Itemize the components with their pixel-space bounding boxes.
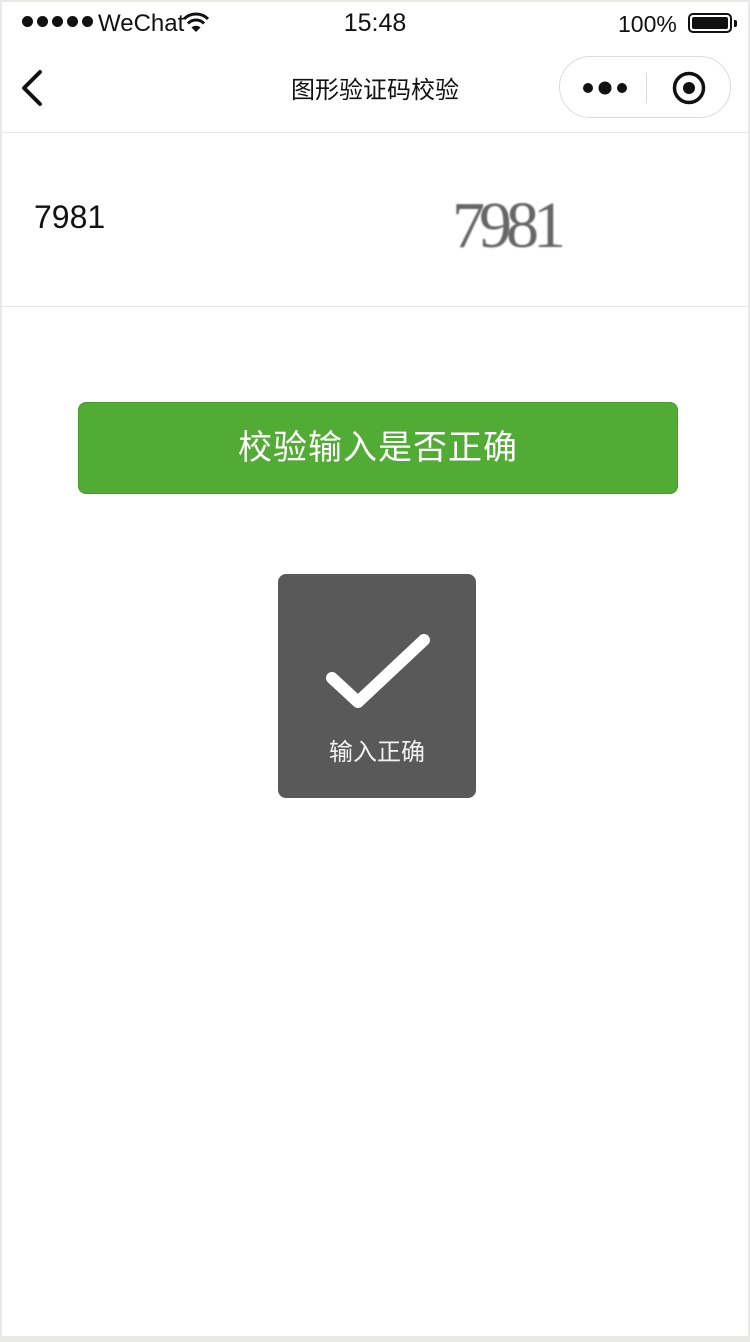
captcha-text: 7981 (452, 189, 563, 257)
capsule-divider (646, 73, 647, 103)
success-toast: 输入正确 (278, 574, 476, 798)
navigation-bar: 图形验证码校验 (2, 44, 748, 133)
mini-program-capsule (559, 56, 731, 118)
captcha-input[interactable]: 7981 (34, 199, 105, 236)
verify-button[interactable]: 校验输入是否正确 (78, 402, 678, 494)
target-circle-icon[interactable] (672, 71, 706, 105)
toast-message: 输入正确 (329, 739, 425, 766)
captcha-input-row: 7981 7981 (2, 133, 748, 307)
more-dots-icon[interactable] (582, 79, 632, 97)
battery-percent: 100% (618, 11, 677, 37)
status-bar: WeChat 15:48 100% (2, 2, 748, 44)
battery-icon (688, 13, 737, 33)
captcha-image[interactable]: 7981 (448, 177, 598, 257)
checkmark-icon (326, 634, 430, 708)
screen: WeChat 15:48 100% 图形验证码校验 7981 7981 校验输入… (2, 2, 748, 1336)
